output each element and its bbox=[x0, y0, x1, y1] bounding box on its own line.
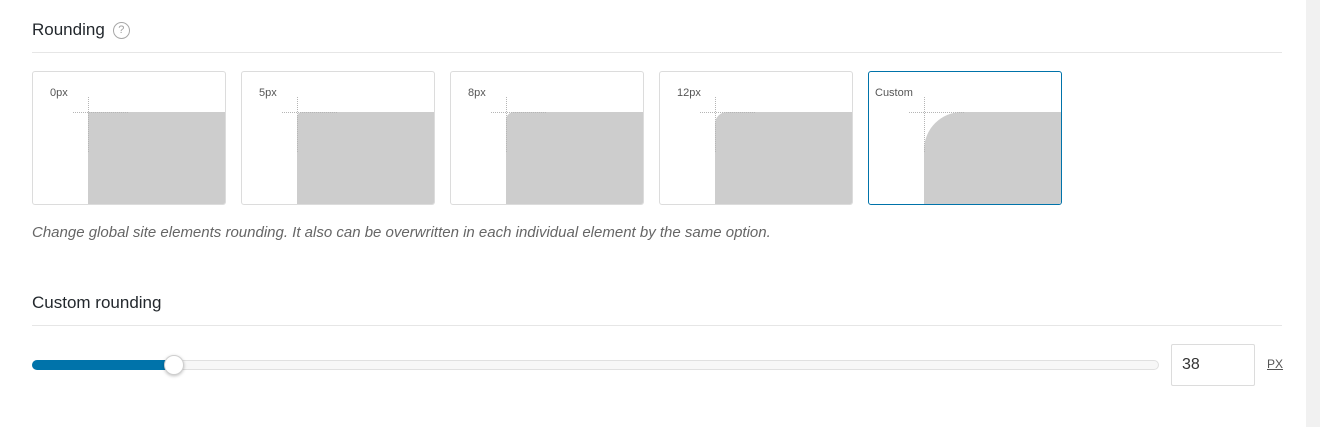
divider bbox=[32, 325, 1282, 326]
unit-toggle[interactable]: PX bbox=[1267, 357, 1283, 371]
guide-line-vertical bbox=[924, 97, 925, 152]
guide-line-vertical bbox=[88, 97, 89, 152]
slider-fill bbox=[32, 360, 174, 370]
custom-rounding-title: Custom rounding bbox=[32, 293, 162, 312]
rounding-option-12px[interactable]: 12px bbox=[659, 71, 853, 205]
rounding-description: Change global site elements rounding. It… bbox=[32, 224, 771, 241]
rounding-preview-shape bbox=[506, 112, 643, 204]
custom-rounding-input[interactable] bbox=[1171, 344, 1255, 386]
rounding-option-custom[interactable]: Custom bbox=[868, 71, 1062, 205]
guide-line-horizontal bbox=[909, 112, 964, 113]
rounding-section-header: Rounding ? bbox=[32, 18, 1282, 53]
rounding-option-5px[interactable]: 5px bbox=[241, 71, 435, 205]
rounding-options: 0px 5px 8px 12px Custom bbox=[32, 71, 1062, 205]
guide-line-vertical bbox=[506, 97, 507, 152]
slider-handle[interactable] bbox=[164, 355, 184, 375]
page-scrollbar[interactable] bbox=[1306, 0, 1320, 427]
guide-line-horizontal bbox=[700, 112, 755, 113]
question-circle-icon[interactable]: ? bbox=[112, 21, 130, 39]
rounding-option-0px[interactable]: 0px bbox=[32, 71, 226, 205]
slider-track[interactable] bbox=[32, 360, 1159, 370]
option-label: 12px bbox=[677, 87, 701, 99]
rounding-preview-shape bbox=[715, 112, 852, 204]
guide-line-horizontal bbox=[491, 112, 546, 113]
rounding-title: Rounding bbox=[32, 20, 105, 39]
rounding-option-8px[interactable]: 8px bbox=[450, 71, 644, 205]
rounding-preview-shape bbox=[297, 112, 434, 204]
option-label: 0px bbox=[50, 87, 68, 99]
guide-line-vertical bbox=[297, 97, 298, 152]
guide-line-vertical bbox=[715, 97, 716, 152]
guide-line-horizontal bbox=[73, 112, 128, 113]
option-label: Custom bbox=[875, 87, 913, 99]
rounding-preview-shape bbox=[924, 112, 1061, 204]
option-label: 8px bbox=[468, 87, 486, 99]
option-label: 5px bbox=[259, 87, 277, 99]
custom-rounding-section-header: Custom rounding bbox=[32, 291, 1282, 326]
guide-line-horizontal bbox=[282, 112, 337, 113]
rounding-preview-shape bbox=[88, 112, 225, 204]
divider bbox=[32, 52, 1282, 53]
custom-rounding-slider[interactable] bbox=[32, 355, 1159, 375]
